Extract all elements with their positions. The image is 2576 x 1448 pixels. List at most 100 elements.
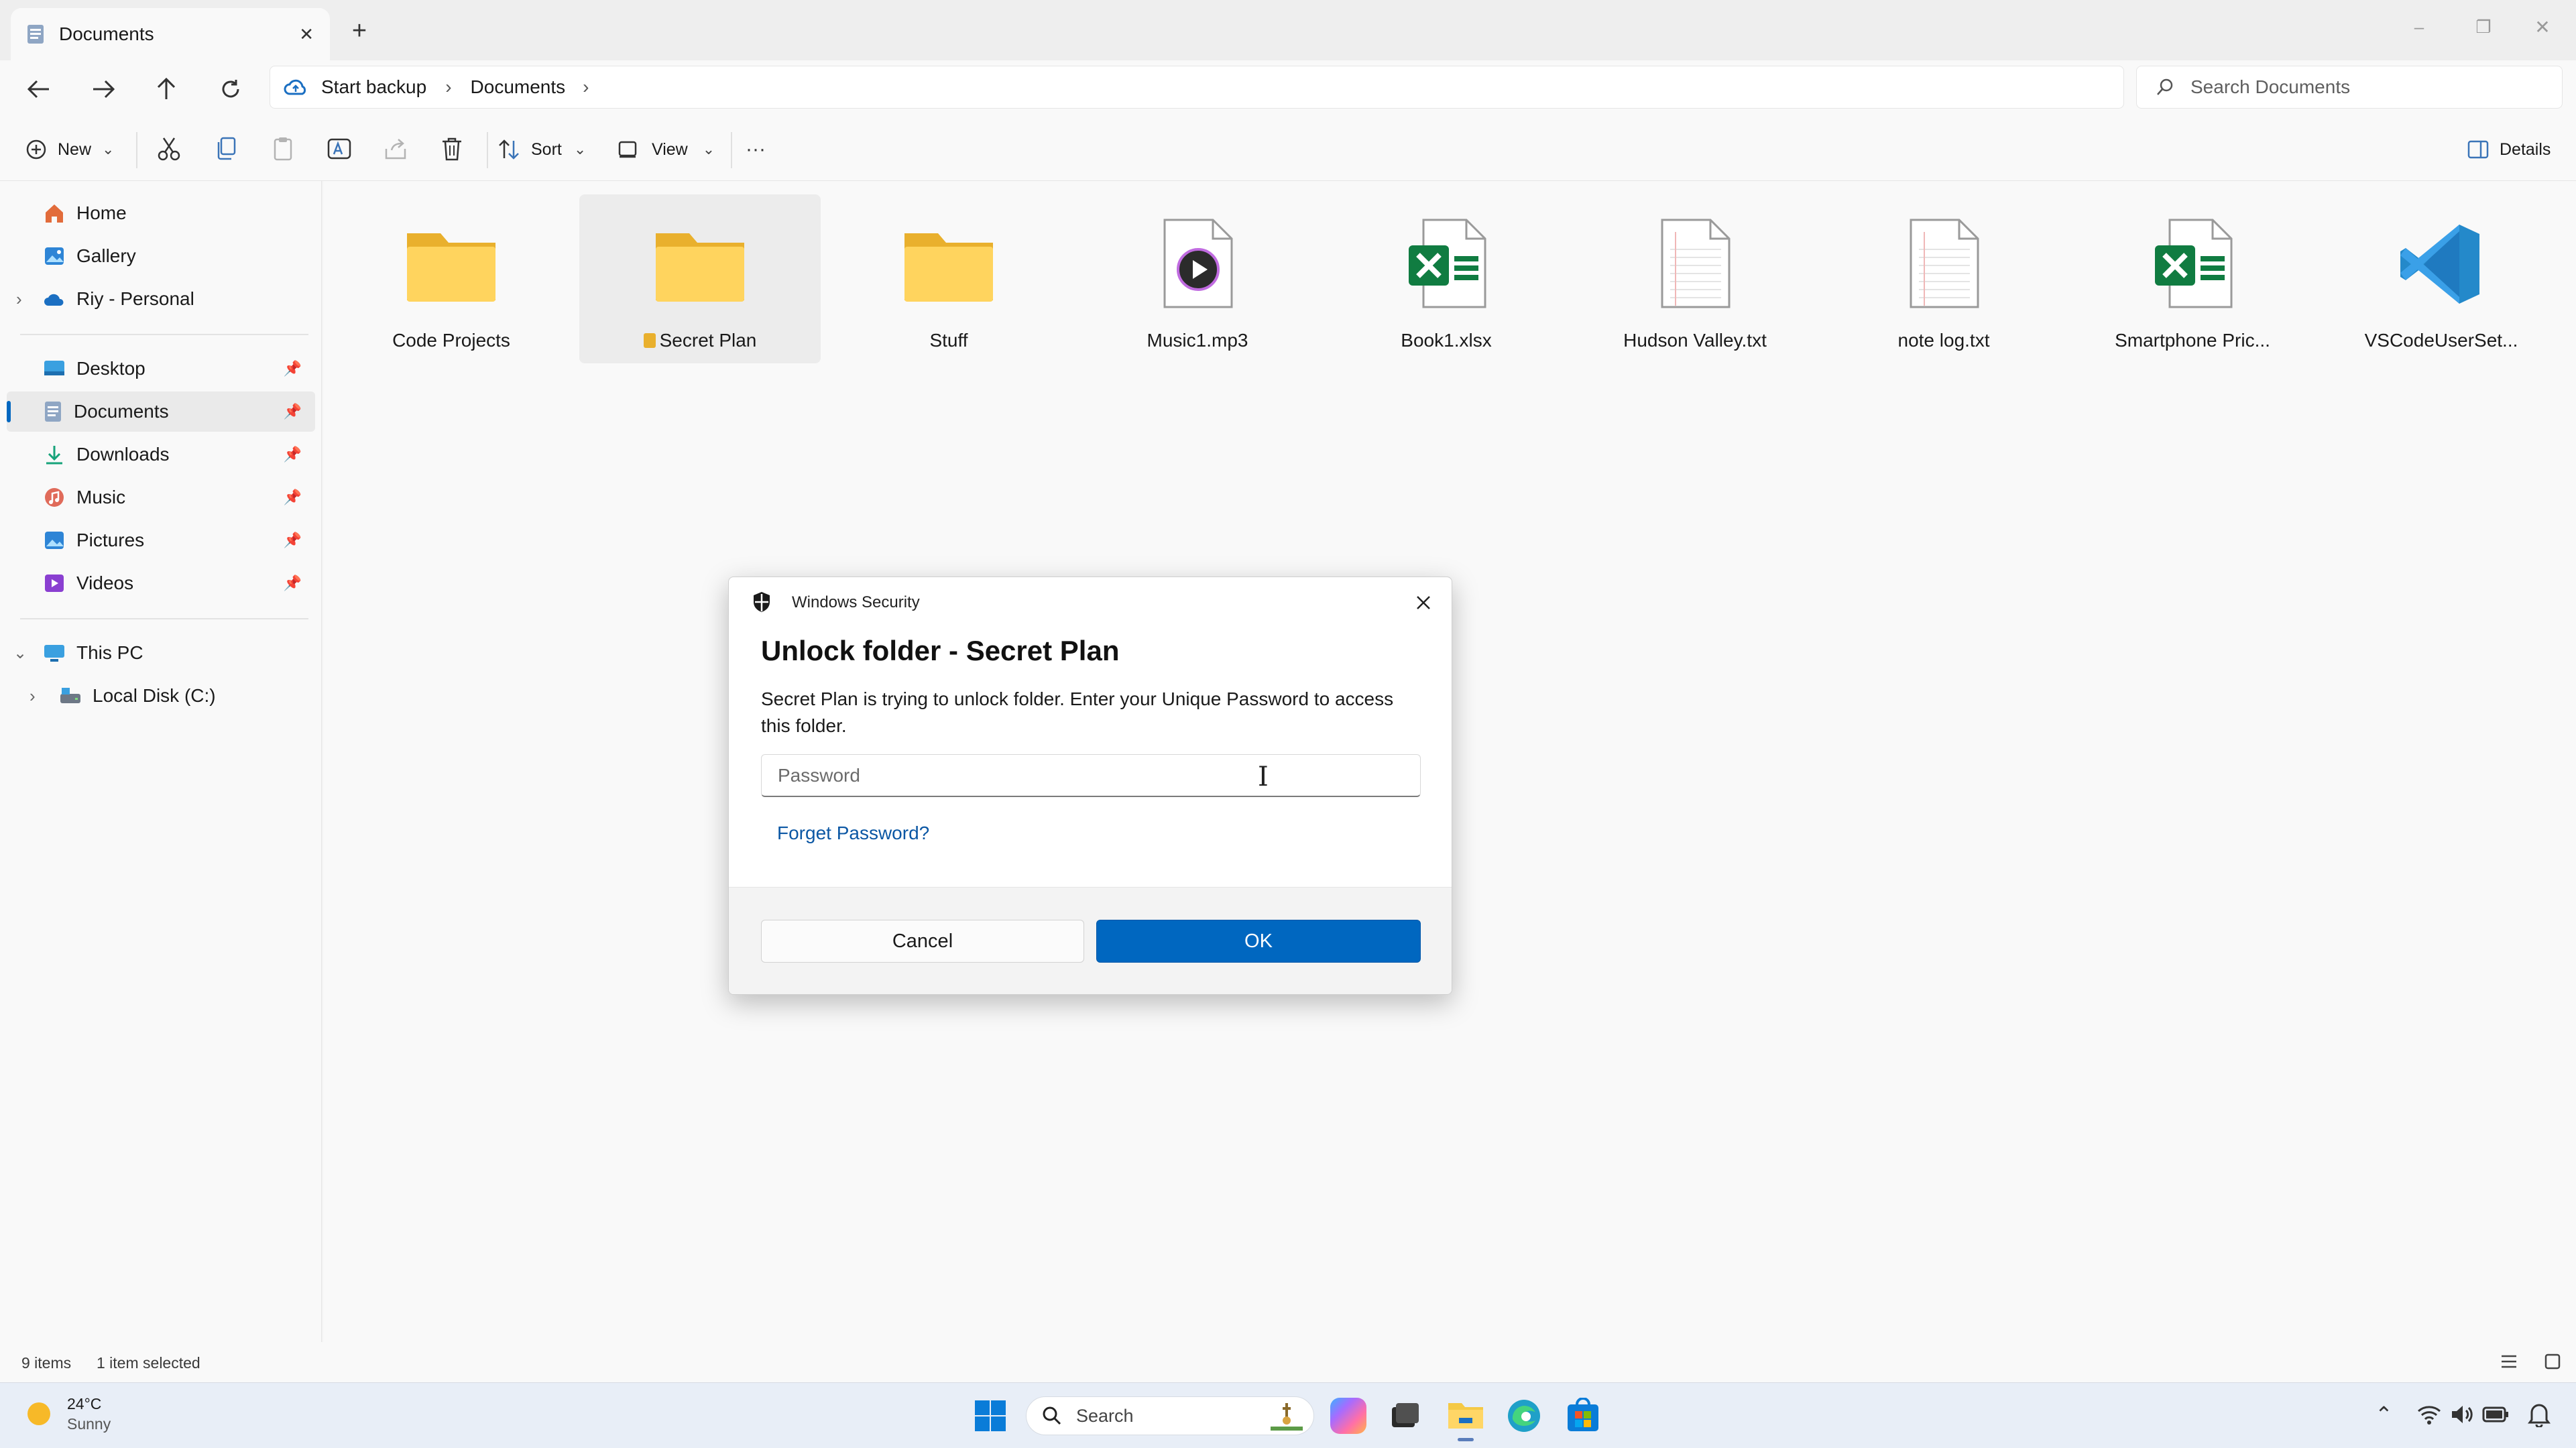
more-options-button[interactable]: ··· [746, 131, 766, 168]
ok-button[interactable]: OK [1096, 920, 1421, 963]
start-button[interactable] [974, 1399, 1007, 1433]
address-bar[interactable]: Start backup › Documents › [270, 66, 2124, 109]
sidebar-item-localdisk[interactable]: › Local Disk (C:) [0, 676, 315, 716]
breadcrumb-chevron-icon[interactable]: › [583, 76, 589, 98]
sidebar-item-downloads[interactable]: Downloads 📌 [0, 434, 315, 475]
text-file-icon [1661, 219, 1731, 308]
file-item[interactable]: Book1.xlsx [1326, 194, 1567, 363]
pin-icon[interactable]: 📌 [284, 532, 302, 549]
sidebar-divider [20, 334, 308, 335]
folder-icon [656, 233, 744, 302]
file-item[interactable]: Smartphone Pric... [2072, 194, 2313, 363]
forward-button[interactable] [83, 69, 123, 109]
navigation-pane: Home Gallery › Riy - Personal Desktop 📌 … [0, 181, 322, 1342]
cut-button[interactable] [156, 135, 182, 162]
new-label: New [58, 139, 92, 159]
chevron-down-icon[interactable]: ⌄ [13, 644, 43, 663]
maximize-button[interactable]: ❐ [2465, 9, 2502, 44]
show-hidden-icons[interactable]: ⌃ [2375, 1402, 2393, 1427]
cancel-button[interactable]: Cancel [761, 920, 1084, 963]
file-item[interactable]: Music1.mp3 [1077, 194, 1318, 363]
search-input[interactable]: Search Documents [2136, 66, 2563, 109]
sidebar-item-music[interactable]: Music 📌 [0, 477, 315, 518]
chevron-right-icon[interactable]: › [16, 289, 43, 310]
start-backup-label[interactable]: Start backup [321, 76, 426, 98]
dialog-title: Unlock folder - Secret Plan [761, 635, 1120, 666]
chevron-right-icon[interactable]: › [30, 686, 59, 707]
pin-icon[interactable]: 📌 [284, 446, 302, 463]
music-icon [45, 488, 64, 507]
notifications-icon[interactable] [2528, 1402, 2551, 1427]
status-bar: 9 items 1 item selected [0, 1342, 2576, 1382]
pin-icon[interactable]: 📌 [284, 575, 302, 592]
pin-icon[interactable]: 📌 [284, 489, 302, 506]
rename-button[interactable] [326, 135, 353, 162]
taskbar: 24°C Sunny Search ⌃ [0, 1382, 2576, 1448]
folder-item[interactable]: Stuff [828, 194, 1069, 363]
folder-item[interactable]: Secret Plan [579, 194, 821, 363]
refresh-button[interactable] [211, 69, 251, 109]
selection-indicator [7, 401, 11, 422]
vscode-icon [2400, 225, 2479, 304]
new-button[interactable]: New ⌄ [25, 131, 114, 168]
breadcrumb-documents[interactable]: Documents [471, 76, 566, 98]
audio-file-icon [1163, 219, 1233, 308]
sidebar-item-gallery[interactable]: Gallery [0, 236, 315, 276]
breadcrumb-chevron-icon[interactable]: › [445, 76, 451, 98]
dialog-close-button[interactable] [1406, 585, 1441, 620]
minimize-button[interactable]: – [2400, 9, 2438, 44]
taskbar-search[interactable]: Search [1026, 1396, 1314, 1435]
tab-documents[interactable]: Documents ✕ [11, 8, 330, 60]
delete-button[interactable] [438, 135, 465, 162]
tab-close-icon[interactable]: ✕ [299, 24, 314, 45]
password-field[interactable]: Password I [761, 754, 1421, 797]
add-circle-icon [26, 139, 46, 160]
volume-icon[interactable] [2450, 1403, 2475, 1426]
file-item[interactable]: Hudson Valley.txt [1574, 194, 1816, 363]
share-button[interactable] [382, 135, 409, 162]
forgot-password-link[interactable]: Forget Password? [777, 823, 929, 844]
sort-button[interactable]: Sort ⌄ [497, 131, 586, 168]
file-explorer-icon[interactable] [1447, 1398, 1484, 1441]
paste-button[interactable] [270, 135, 296, 162]
file-name-text: Code Projects [392, 330, 510, 351]
view-button[interactable]: View ⌄ [617, 131, 715, 168]
chevron-down-icon: ⌄ [702, 141, 715, 158]
videos-icon [45, 575, 64, 592]
sidebar-item-desktop[interactable]: Desktop 📌 [0, 349, 315, 389]
file-item[interactable]: VSCodeUserSet... [2321, 194, 2562, 363]
file-name: Secret Plan [643, 330, 756, 351]
up-button[interactable] [146, 69, 186, 109]
list-view-button[interactable] [2500, 1353, 2518, 1370]
back-button[interactable] [19, 69, 59, 109]
new-tab-button[interactable]: + [343, 12, 375, 50]
sidebar-item-documents[interactable]: Documents 📌 [7, 391, 315, 432]
active-indicator [1458, 1438, 1474, 1441]
pin-icon[interactable]: 📌 [284, 403, 302, 420]
details-pane-button[interactable]: Details [2467, 131, 2551, 168]
sidebar-item-thispc[interactable]: ⌄ This PC [0, 633, 315, 673]
file-name-text: Smartphone Pric... [2115, 330, 2270, 351]
edge-icon[interactable] [1506, 1398, 1542, 1434]
close-button[interactable]: ✕ [2524, 9, 2561, 44]
refresh-icon [222, 80, 239, 98]
sidebar-item-pictures[interactable]: Pictures 📌 [0, 520, 315, 560]
pin-icon[interactable]: 📌 [284, 360, 302, 377]
task-view-icon[interactable] [1388, 1399, 1421, 1433]
sidebar-item-label: This PC [76, 642, 143, 663]
copy-button[interactable] [213, 135, 240, 162]
weather-widget[interactable]: 24°C Sunny [24, 1394, 111, 1434]
tiles-view-button[interactable] [2544, 1353, 2561, 1370]
file-item[interactable]: note log.txt [1823, 194, 2064, 363]
sidebar-item-videos[interactable]: Videos 📌 [0, 563, 315, 603]
file-name-text: VSCodeUserSet... [2364, 330, 2518, 351]
gallery-icon [45, 247, 64, 265]
store-icon[interactable] [1565, 1398, 1601, 1434]
excel-file-icon [2155, 219, 2233, 308]
copilot-icon[interactable] [1330, 1398, 1366, 1434]
folder-item[interactable]: Code Projects [331, 194, 572, 363]
battery-icon[interactable] [2482, 1404, 2509, 1425]
wifi-icon[interactable] [2416, 1403, 2442, 1426]
sidebar-item-onedrive[interactable]: › Riy - Personal [0, 279, 315, 319]
sidebar-item-home[interactable]: Home [0, 193, 315, 233]
